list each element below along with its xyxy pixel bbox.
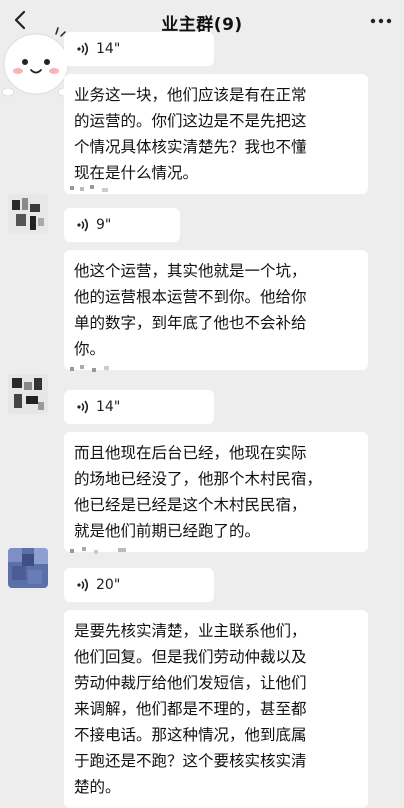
voice-wave-icon (77, 42, 89, 56)
nickname-blurred (70, 184, 140, 194)
avatar[interactable] (8, 548, 48, 588)
voice-duration: 14" (96, 41, 121, 57)
more-icon[interactable] (370, 12, 392, 30)
nickname-blurred (70, 364, 140, 374)
chat-bubble: 是要先核实清楚，业主联系他们， 他们回复。但是我们劳动仲裁以及 劳动仲裁厅给他们… (64, 610, 368, 808)
voice-message[interactable]: 9" (64, 208, 180, 242)
chat-bubble: 业务这一块，他们应该是有在正常 的运营的。你们这边是不是先把这 个情况具体核实清… (64, 74, 368, 194)
avatar[interactable] (8, 374, 48, 414)
voice-message[interactable]: 20" (64, 568, 214, 602)
voice-message[interactable]: 14" (64, 390, 214, 424)
avatar[interactable] (8, 194, 48, 234)
voice-duration: 9" (96, 217, 112, 233)
voice-wave-icon (77, 578, 89, 592)
chat-bubble: 而且他现在后台已经，他现在实际 的场地已经没了，他那个木村民宿， 他已经是已经是… (64, 432, 368, 552)
nickname-blurred (70, 546, 140, 556)
voice-wave-icon (77, 400, 89, 414)
voice-wave-icon (77, 218, 89, 232)
voice-duration: 14" (96, 399, 121, 415)
voice-duration: 20" (96, 577, 121, 593)
cartoon-sticker (1, 27, 71, 97)
chat-bubble: 他这个运营，其实他就是一个坑， 他的运营根本运营不到你。他给你 单的数字，到年底… (64, 250, 368, 370)
voice-message[interactable]: 14" (64, 32, 214, 66)
